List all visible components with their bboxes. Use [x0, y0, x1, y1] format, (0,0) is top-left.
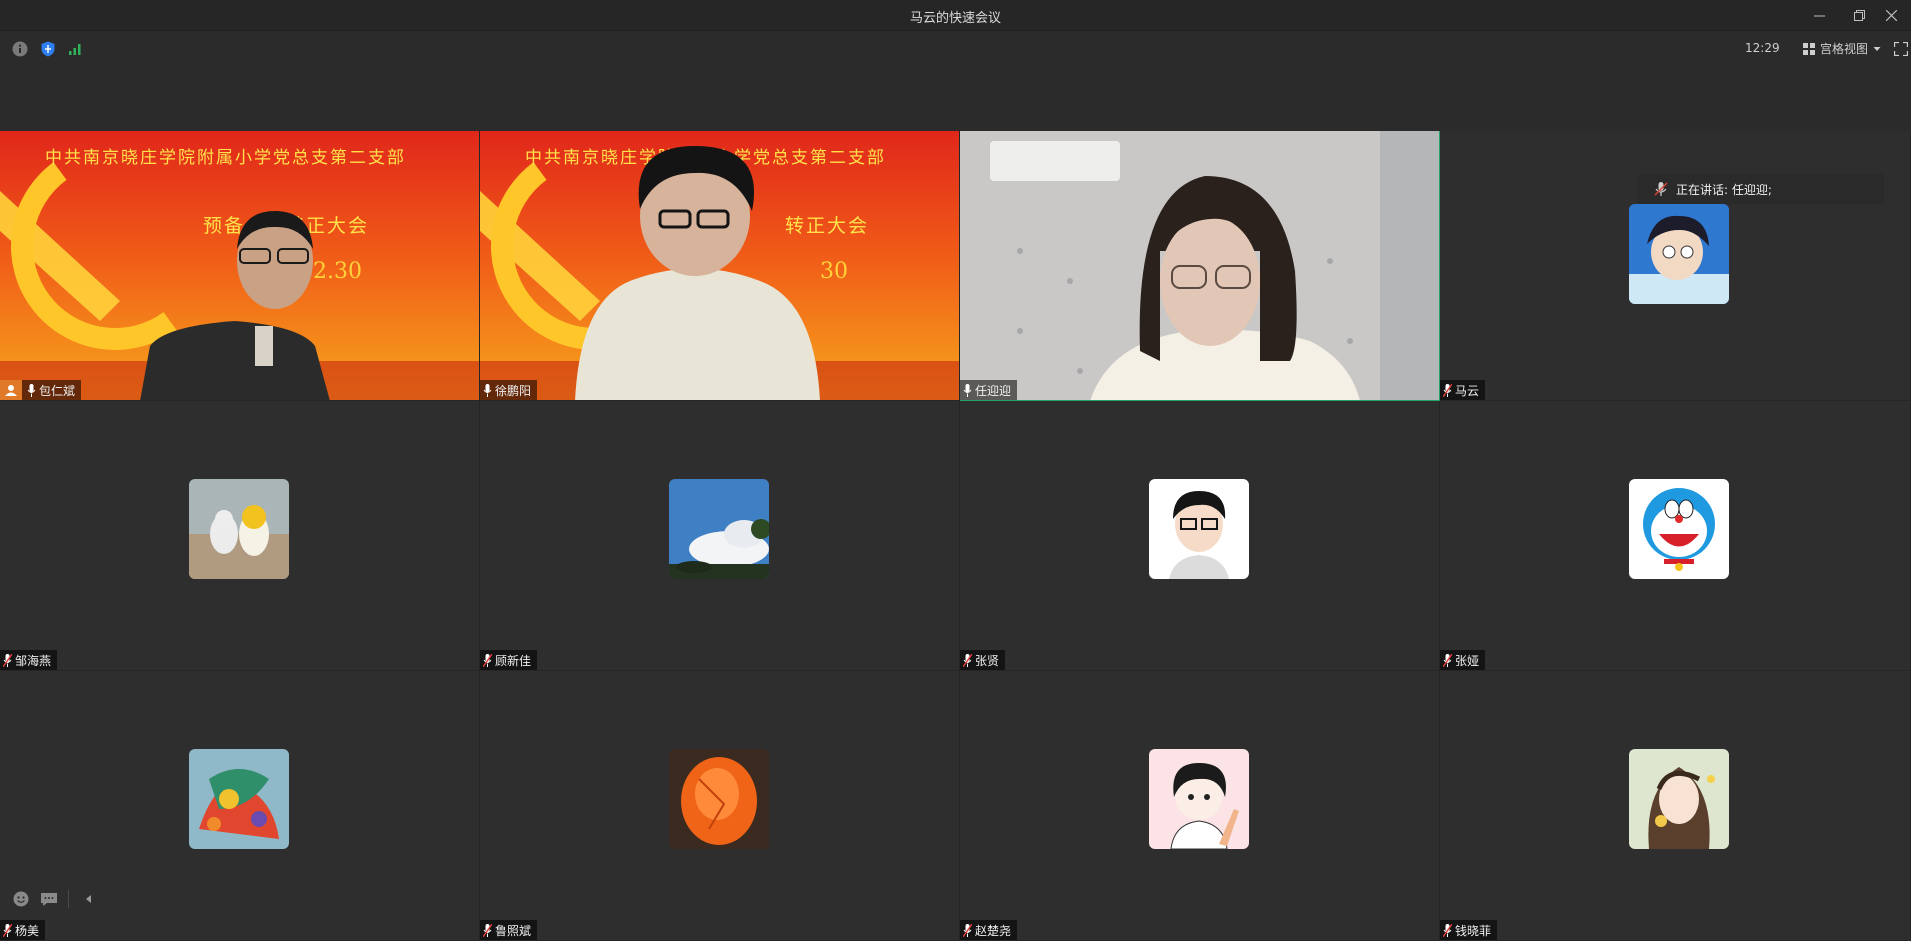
avatar — [189, 479, 289, 579]
avatar — [1629, 479, 1729, 579]
participant-name: 杨美 — [15, 923, 40, 938]
view-mode-button[interactable]: 宫格视图 — [1803, 40, 1881, 57]
participant-name-bar: 顾新佳 — [480, 650, 538, 670]
emoji-icon — [13, 891, 29, 907]
mic-muted-icon — [3, 653, 12, 667]
speaking-label: 正在讲话: 任迎迎; — [1676, 182, 1772, 197]
bottom-tools — [12, 890, 97, 908]
participant-tile[interactable]: 顾新佳 — [480, 401, 960, 671]
mic-muted-icon — [963, 923, 972, 937]
participant-name: 马云 — [1455, 383, 1480, 398]
chevron-left-icon — [86, 895, 91, 903]
mic-muted-icon — [1443, 653, 1452, 667]
participant-tile[interactable]: 张娅 — [1440, 401, 1911, 671]
chat-button[interactable] — [40, 890, 58, 908]
avatar — [1149, 479, 1249, 579]
fullscreen-icon — [1893, 41, 1909, 57]
minimize-button[interactable] — [1799, 0, 1839, 31]
video-feed: 中共南京晓庄学院附属小学党总支第二支部 预备 转正大会 2.30 — [0, 131, 479, 400]
view-mode-label: 宫格视图 — [1820, 42, 1869, 56]
video-grid: 中共南京晓庄学院附属小学党总支第二支部 预备 转正大会 2.30 包仁斌 转正大… — [0, 131, 1911, 941]
participant-name-bar: 任迎迎 — [960, 380, 1018, 400]
window-title: 马云的快速会议 — [909, 11, 1001, 26]
participant-name-bar: 张贤 — [960, 650, 1006, 670]
participant-name-bar: 邹海燕 — [0, 650, 58, 670]
participant-tile-active-speaker[interactable]: 任迎迎 — [960, 131, 1440, 401]
mic-muted-icon — [963, 653, 972, 667]
participant-name-bar: 钱晓菲 — [1440, 920, 1498, 940]
participant-tile[interactable]: 鲁照斌 — [480, 671, 960, 941]
mic-muted-icon — [483, 923, 492, 937]
participant-name: 任迎迎 — [975, 383, 1012, 398]
close-button[interactable] — [1871, 0, 1911, 31]
collapse-panel-button[interactable] — [79, 890, 97, 908]
participant-name: 顾新佳 — [495, 653, 532, 668]
participant-tile[interactable]: 马云 — [1440, 131, 1911, 401]
meeting-clock: 12:29 — [1745, 41, 1780, 55]
participant-name-bar: 包仁斌 — [0, 380, 82, 400]
mic-muted-icon — [483, 653, 492, 667]
person-silhouette — [575, 146, 820, 400]
restore-icon — [1853, 10, 1865, 21]
mic-muted-icon — [1443, 923, 1452, 937]
participant-name-bar: 鲁照斌 — [480, 920, 538, 940]
fullscreen-button[interactable] — [1893, 41, 1909, 57]
participant-tile[interactable]: 钱晓菲 — [1440, 671, 1911, 941]
participant-tile[interactable]: 中共南京晓庄学院附属小学党总支第二支部 转正大会 30 徐鹏阳 — [480, 131, 960, 401]
mic-on-icon — [963, 383, 972, 397]
person-silhouette — [140, 211, 330, 400]
participant-tile[interactable]: 邹海燕 — [0, 401, 480, 671]
mic-on-icon — [27, 383, 36, 397]
avatar — [669, 749, 769, 849]
host-icon — [0, 380, 22, 400]
participant-name-bar: 马云 — [1440, 380, 1486, 400]
emoji-button[interactable] — [12, 890, 30, 908]
participant-name: 赵楚尧 — [975, 923, 1012, 938]
avatar — [1629, 749, 1729, 849]
video-feed — [960, 131, 1439, 400]
mic-on-icon — [483, 383, 492, 397]
participant-tile[interactable]: 张贤 — [960, 401, 1440, 671]
close-icon — [1885, 10, 1897, 21]
title-bar: 马云的快速会议 — [0, 0, 1911, 31]
mic-muted-icon — [3, 923, 12, 937]
avatar — [1629, 204, 1729, 304]
mic-muted-icon — [1443, 383, 1452, 397]
participant-name-bar: 徐鹏阳 — [480, 380, 538, 400]
grid-view-icon — [1803, 42, 1815, 55]
divider — [68, 890, 69, 908]
minimize-icon — [1813, 15, 1825, 17]
participant-tile[interactable]: 赵楚尧 — [960, 671, 1440, 941]
participant-name: 鲁照斌 — [495, 923, 532, 938]
avatar — [189, 749, 289, 849]
participant-name-bar: 赵楚尧 — [960, 920, 1018, 940]
participant-name: 徐鹏阳 — [495, 383, 532, 398]
speaker-mic-icon — [1654, 182, 1668, 196]
participant-name: 张娅 — [1455, 653, 1480, 668]
participant-name-bar: 杨美 — [0, 920, 46, 940]
video-feed: 中共南京晓庄学院附属小学党总支第二支部 转正大会 30 — [480, 131, 959, 400]
participant-tile[interactable]: 中共南京晓庄学院附属小学党总支第二支部 预备 转正大会 2.30 包仁斌 — [0, 131, 480, 401]
participant-name: 张贤 — [975, 653, 1000, 668]
network-signal-icon[interactable] — [66, 40, 83, 57]
meeting-toolbar — [0, 31, 1911, 69]
chat-icon — [41, 892, 57, 906]
participant-name: 邹海燕 — [15, 653, 52, 668]
speaking-indicator: 正在讲话: 任迎迎; — [1638, 174, 1884, 204]
participant-name: 钱晓菲 — [1455, 923, 1492, 938]
security-shield-icon[interactable] — [39, 40, 56, 57]
avatar — [669, 479, 769, 579]
participant-name-bar: 张娅 — [1440, 650, 1486, 670]
chevron-down-icon — [1873, 46, 1881, 51]
person-silhouette — [990, 131, 1439, 400]
info-icon[interactable] — [11, 40, 28, 57]
avatar — [1149, 749, 1249, 849]
participant-name: 包仁斌 — [39, 383, 76, 398]
